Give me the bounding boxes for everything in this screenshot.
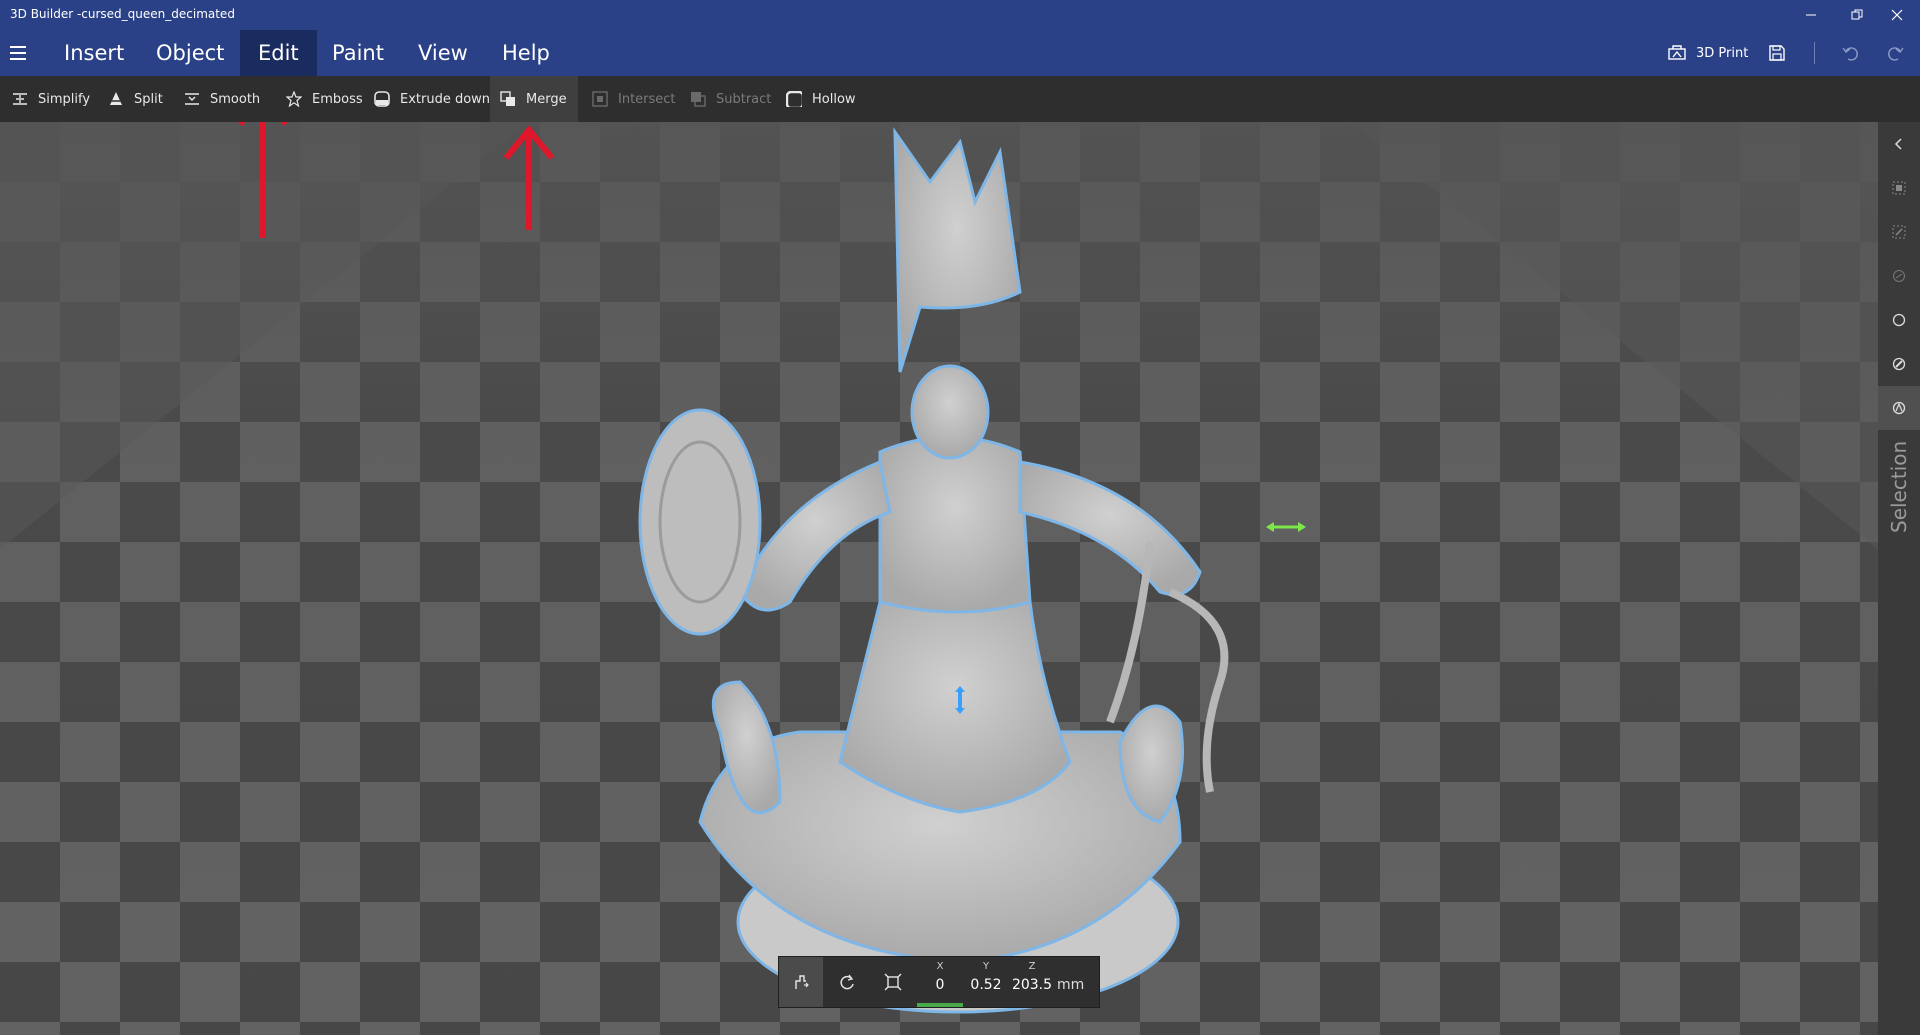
menu-help[interactable]: Help <box>484 30 568 76</box>
simplify-label: Simplify <box>38 91 91 107</box>
x-axis-label: X <box>936 961 944 972</box>
emboss-label: Emboss <box>312 91 363 107</box>
smooth-label: Smooth <box>210 91 261 107</box>
subtract-icon <box>691 92 706 107</box>
restore-icon <box>1851 9 1863 20</box>
hollow-label: Hollow <box>812 91 856 107</box>
annotation-arrow-merge <box>503 125 555 230</box>
printer-icon <box>1668 45 1686 60</box>
redo-button[interactable] <box>1886 30 1904 76</box>
split-icon <box>109 92 123 105</box>
title-bar: 3D Builder -cursed_queen_decimated <box>0 0 1920 30</box>
subtract-label: Subtract <box>716 91 772 107</box>
close-icon <box>1891 9 1903 21</box>
undo-icon <box>1842 47 1858 61</box>
star-icon <box>286 91 302 107</box>
simplify-icon <box>13 93 27 105</box>
3d-print-label: 3D Print <box>1696 45 1749 61</box>
save-button[interactable] <box>1768 30 1786 76</box>
rotate-icon <box>840 974 854 990</box>
extrude-down-button[interactable]: Extrude down <box>364 76 500 122</box>
hollow-icon <box>786 91 802 107</box>
selection-panel-label: Selection <box>1887 440 1911 534</box>
transform-toolbar: X 0 Y 0.52 Z 203.5 mm <box>778 956 1100 1008</box>
hamburger-menu-button[interactable] <box>10 42 32 64</box>
menu-object[interactable]: Object <box>138 30 242 76</box>
extrude-down-label: Extrude down <box>400 91 491 107</box>
y-axis-label: Y <box>982 961 990 972</box>
hamburger-icon <box>10 46 26 48</box>
undo-button[interactable] <box>1842 30 1860 76</box>
select-vertices-button[interactable] <box>1878 298 1920 342</box>
split-button[interactable]: Split <box>98 76 173 122</box>
minimize-icon <box>1806 14 1816 16</box>
rotate-mode-button[interactable] <box>825 957 869 1007</box>
select-edges-icon <box>1893 270 1905 282</box>
brush-icon <box>1892 357 1906 371</box>
3d-print-button[interactable]: 3D Print <box>1668 30 1748 76</box>
window-title: 3D Builder -cursed_queen_decimated <box>10 7 235 21</box>
select-objects-icon <box>1892 181 1906 195</box>
merge-icon <box>500 91 515 106</box>
paint-select-button[interactable] <box>1878 342 1920 386</box>
move-mode-button[interactable] <box>779 957 823 1007</box>
selection-mode-button[interactable] <box>1878 386 1920 430</box>
menu-insert[interactable]: Insert <box>46 30 142 76</box>
z-axis-label: Z <box>1028 961 1036 972</box>
intersect-label: Intersect <box>618 91 676 107</box>
save-icon <box>1769 45 1785 61</box>
circle-icon <box>1892 313 1906 327</box>
intersect-button[interactable]: Intersect <box>582 76 686 122</box>
selection-mode-icon <box>1892 401 1906 415</box>
menu-paint[interactable]: Paint <box>314 30 402 76</box>
separator <box>1814 42 1815 64</box>
z-value-field[interactable]: 203.5 <box>1009 977 1055 993</box>
select-objects-button[interactable] <box>1878 166 1920 210</box>
simplify-button[interactable]: Simplify <box>2 76 100 122</box>
split-label: Split <box>134 91 163 107</box>
selection-side-panel: Selection <box>1878 122 1920 1035</box>
minimize-button[interactable] <box>1788 0 1834 30</box>
scale-mode-button[interactable] <box>871 957 915 1007</box>
x-value-field[interactable]: 0 <box>917 977 963 993</box>
checkerboard-floor <box>0 122 1878 1035</box>
x-axis-indicator <box>917 1003 963 1007</box>
unit-selector[interactable]: mm <box>1057 977 1084 993</box>
smooth-button[interactable]: Smooth <box>174 76 270 122</box>
edit-ribbon: Simplify Split Smooth Emboss Extrude dow… <box>0 76 1920 122</box>
emboss-button[interactable]: Emboss <box>276 76 373 122</box>
redo-icon <box>1888 47 1904 61</box>
select-faces-button[interactable] <box>1878 210 1920 254</box>
annotation-arrow-edit <box>237 122 289 238</box>
3d-viewport[interactable] <box>0 122 1878 1035</box>
menu-edit[interactable]: Edit <box>240 30 317 76</box>
hollow-button[interactable]: Hollow <box>776 76 866 122</box>
subtract-button[interactable]: Subtract <box>680 76 781 122</box>
intersect-icon <box>592 91 608 107</box>
move-icon <box>795 975 809 989</box>
menu-view[interactable]: View <box>400 30 486 76</box>
scale-icon <box>884 973 902 991</box>
extrude-down-icon <box>374 91 390 107</box>
collapse-panel-button[interactable] <box>1878 122 1920 166</box>
smooth-icon <box>185 93 199 105</box>
merge-label: Merge <box>526 91 567 107</box>
select-edges-button[interactable] <box>1878 254 1920 298</box>
select-faces-icon <box>1892 225 1906 239</box>
merge-button[interactable]: Merge <box>490 76 578 122</box>
menu-bar: Insert Object Edit Paint View Help 3D Pr… <box>0 30 1920 76</box>
chevron-left-icon <box>1894 138 1902 150</box>
y-value-field[interactable]: 0.52 <box>963 977 1009 993</box>
close-button[interactable] <box>1874 0 1920 30</box>
